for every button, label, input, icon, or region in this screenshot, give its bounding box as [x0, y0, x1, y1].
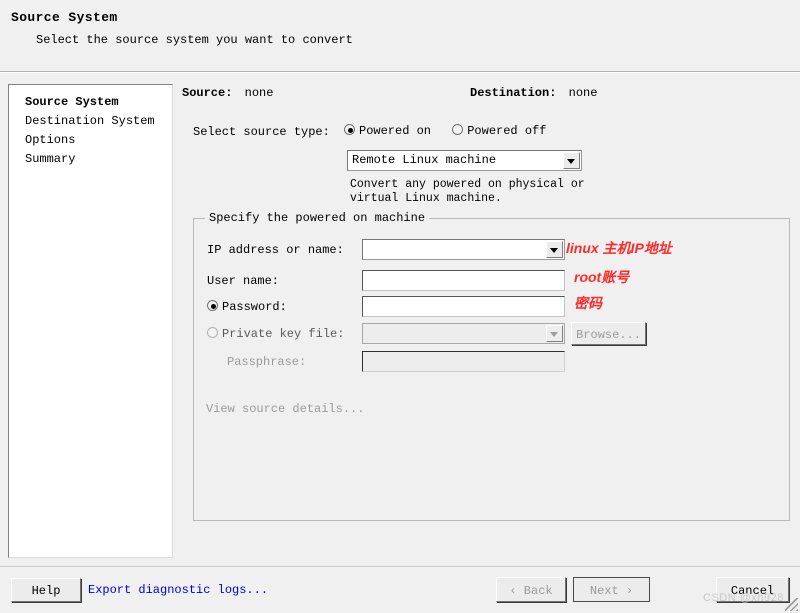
password-radio[interactable]: Password: [207, 300, 287, 314]
user-name-input[interactable] [362, 270, 565, 291]
annotation-password: 密码 [574, 295, 602, 311]
radio-powered-off[interactable]: Powered off [452, 124, 546, 138]
page-title: Source System [11, 10, 118, 25]
cancel-button[interactable]: Cancel [716, 577, 789, 602]
browse-button-label: Browse... [576, 327, 641, 342]
user-name-label: User name: [207, 274, 280, 288]
destination-status: Destination: none [470, 86, 597, 100]
passphrase-input[interactable] [362, 351, 565, 372]
source-machine-type-description: Convert any powered on physical or virtu… [350, 178, 585, 205]
source-status: Source: none [182, 86, 273, 100]
radio-powered-off-label: Powered off [467, 124, 547, 138]
back-button-label: ‹ Back [509, 583, 553, 598]
export-diagnostic-logs-link[interactable]: Export diagnostic logs... [88, 583, 268, 597]
help-button[interactable]: Help [11, 578, 81, 602]
browse-button[interactable]: Browse... [571, 322, 646, 345]
annotation-user: root账号 [574, 269, 630, 285]
private-key-radio-label: Private key file: [222, 327, 345, 341]
annotation-ip: linux 主机IP地址 [566, 240, 672, 256]
destination-status-value: none [568, 86, 598, 100]
footer-divider [0, 566, 800, 567]
chevron-down-icon[interactable] [546, 241, 563, 258]
destination-status-label: Destination: [470, 86, 557, 100]
ip-address-label: IP address or name: [207, 243, 344, 257]
ip-address-input[interactable] [362, 239, 565, 260]
source-type-radio-group: Powered on Powered off [344, 124, 560, 138]
source-machine-type-select[interactable]: Remote Linux machine [347, 150, 582, 171]
password-input[interactable] [362, 296, 565, 317]
powered-on-machine-legend: Specify the powered on machine [205, 211, 430, 225]
chevron-down-icon[interactable] [563, 152, 580, 169]
chevron-down-icon[interactable] [546, 325, 563, 342]
view-source-details-link[interactable]: View source details... [206, 402, 364, 416]
source-status-label: Source: [182, 86, 233, 100]
cancel-button-label: Cancel [730, 583, 775, 598]
wizard-step-list: Source System Destination System Options… [8, 84, 173, 558]
sidebar-item-options[interactable]: Options [25, 133, 75, 147]
wizard-window: Source System Select the source system y… [0, 0, 800, 613]
header-divider-highlight [0, 72, 800, 73]
next-button[interactable]: Next › [573, 577, 650, 602]
radio-powered-on-indicator [344, 124, 355, 135]
help-button-label: Help [31, 584, 61, 598]
password-radio-label: Password: [222, 300, 287, 314]
sidebar-item-destination-system[interactable]: Destination System [25, 114, 155, 128]
radio-powered-on-label: Powered on [359, 124, 432, 138]
source-machine-type-value: Remote Linux machine [352, 153, 497, 167]
radio-powered-on[interactable]: Powered on [344, 124, 431, 138]
wizard-content-pane: Source: none Destination: none Select so… [182, 80, 792, 558]
private-key-file-input[interactable] [362, 323, 565, 344]
next-button-label: Next › [589, 583, 634, 598]
page-subtitle: Select the source system you want to con… [36, 33, 353, 47]
resize-grip[interactable] [785, 598, 798, 611]
wizard-header: Source System Select the source system y… [0, 0, 800, 73]
radio-powered-off-indicator [452, 124, 464, 135]
source-status-value: none [244, 86, 274, 100]
sidebar-item-source-system[interactable]: Source System [25, 95, 119, 109]
passphrase-label: Passphrase: [227, 355, 307, 369]
powered-on-machine-group: Specify the powered on machine IP addres… [193, 211, 790, 521]
private-key-radio[interactable]: Private key file: [207, 327, 344, 341]
password-radio-indicator [207, 300, 218, 311]
private-key-radio-indicator [207, 327, 218, 338]
back-button[interactable]: ‹ Back [496, 577, 566, 602]
sidebar-item-summary[interactable]: Summary [25, 152, 75, 166]
source-type-label: Select source type: [193, 125, 330, 139]
